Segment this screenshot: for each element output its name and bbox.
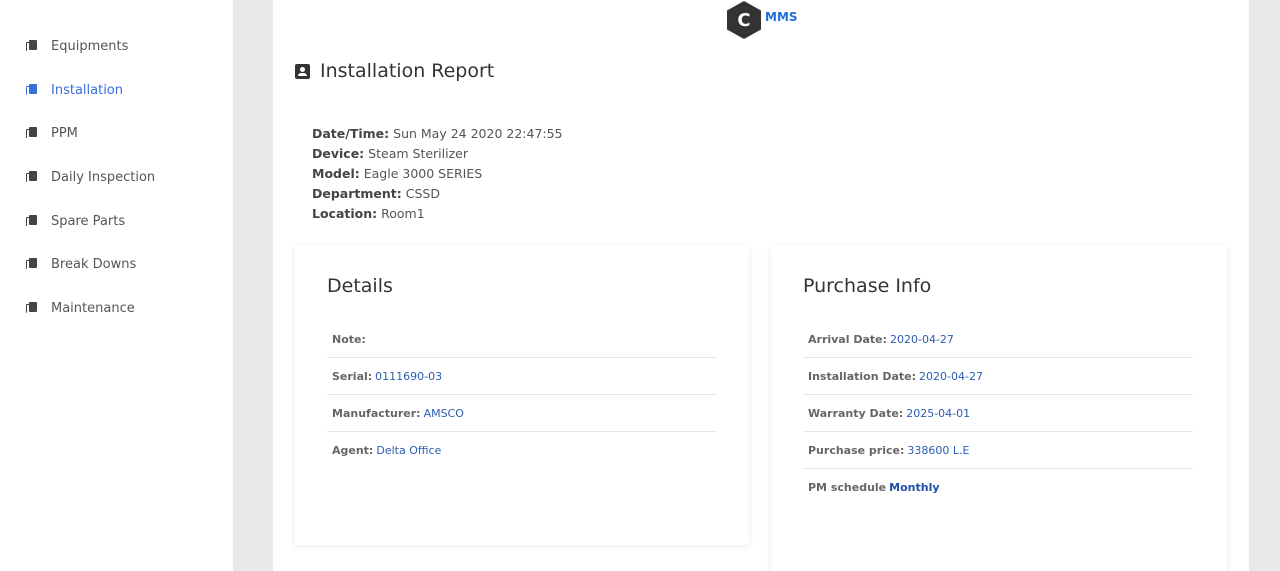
- sidebar-item-label: Maintenance: [51, 300, 135, 316]
- details-list: Note: Serial: 0111690-03 Manufacturer: AMS…: [327, 321, 717, 469]
- sidebar-item-break-downs[interactable]: Break Downs: [26, 253, 136, 275]
- logo-hexagon-icon: C: [727, 1, 761, 39]
- copy-icon: [26, 84, 37, 96]
- purchase-title: Purchase Info: [803, 275, 932, 297]
- purchase-list: Arrival Date: 2020-04-27 Installation Dat…: [803, 321, 1193, 506]
- sidebar-item-ppm[interactable]: PPM: [26, 122, 78, 144]
- page-title: Installation Report: [295, 60, 494, 82]
- report-title-text: Installation Report: [320, 60, 495, 82]
- details-row-note: Note:: [327, 321, 717, 358]
- sidebar-item-daily-inspection[interactable]: Daily Inspection: [26, 166, 155, 188]
- copy-icon: [26, 171, 37, 183]
- sidebar: Equipments Installation PPM Daily Inspec…: [0, 0, 233, 571]
- purchase-row-arrival-date: Arrival Date: 2020-04-27: [803, 321, 1193, 358]
- meta-device: Device: Steam Sterilizer: [312, 146, 468, 161]
- sidebar-item-label: Spare Parts: [51, 213, 126, 229]
- sidebar-item-label: PPM: [51, 125, 78, 141]
- meta-location: Location: Room1: [312, 206, 425, 221]
- copy-icon: [26, 127, 37, 139]
- meta-datetime: Date/Time: Sun May 24 2020 22:47:55: [312, 126, 563, 141]
- copy-icon: [26, 258, 37, 270]
- sidebar-item-label: Equipments: [51, 38, 129, 54]
- purchase-row-price: Purchase price: 338600 L.E: [803, 432, 1193, 469]
- copy-icon: [26, 40, 37, 52]
- details-title: Details: [327, 275, 393, 297]
- meta-department: Department: CSSD: [312, 186, 440, 201]
- sidebar-item-maintenance[interactable]: Maintenance: [26, 297, 135, 319]
- purchase-row-warranty-date: Warranty Date: 2025-04-01: [803, 395, 1193, 432]
- sidebar-item-equipments[interactable]: Equipments: [26, 35, 128, 57]
- sidebar-item-label: Daily Inspection: [51, 169, 156, 185]
- sidebar-item-label: Break Downs: [51, 256, 137, 272]
- copy-icon: [26, 302, 37, 314]
- sidebar-item-spare-parts[interactable]: Spare Parts: [26, 210, 125, 232]
- details-card: Details Note: Serial: 0111690-03 Manufact…: [295, 245, 749, 545]
- main-content: C MMS Installation Report Date/Time: Sun…: [273, 0, 1249, 571]
- purchase-row-installation-date: Installation Date: 2020-04-27: [803, 358, 1193, 395]
- app-logo[interactable]: C MMS: [725, 0, 798, 40]
- meta-model: Model: Eagle 3000 SERIES: [312, 166, 483, 181]
- contact-card-icon: [295, 63, 310, 79]
- purchase-info-card: Purchase Info Arrival Date: 2020-04-27 In…: [771, 245, 1227, 571]
- copy-icon: [26, 215, 37, 227]
- purchase-row-pm-schedule: PM schedule Monthly: [808, 481, 940, 494]
- logo-letter: C: [737, 10, 750, 31]
- logo-text: MMS: [765, 10, 798, 24]
- details-row-manufacturer: Manufacturer: AMSCO: [327, 395, 717, 432]
- sidebar-item-label: Installation: [51, 82, 124, 98]
- details-row-agent: Agent: Delta Office: [332, 444, 442, 457]
- sidebar-item-installation[interactable]: Installation: [26, 79, 123, 101]
- report-meta: Date/Time: Sun May 24 2020 22:47:55 Devi…: [312, 124, 563, 224]
- details-row-serial: Serial: 0111690-03: [327, 358, 717, 395]
